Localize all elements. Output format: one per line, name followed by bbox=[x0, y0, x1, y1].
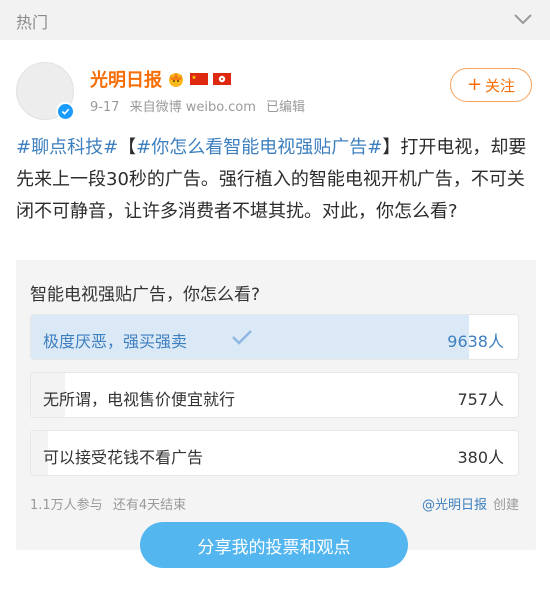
follow-button[interactable]: + 关注 bbox=[450, 68, 532, 102]
vote-option-2-count: 757人 bbox=[457, 390, 504, 409]
share-vote-button[interactable]: 分享我的投票和观点 bbox=[140, 522, 408, 568]
hashtag-topic[interactable]: #你怎么看智能电视强贴广告# bbox=[136, 137, 382, 158]
vote-option-3-count: 380人 bbox=[457, 448, 504, 467]
vote-option-1[interactable]: 极度厌恶，强买强卖 9638人 bbox=[30, 314, 519, 360]
hashtag-tech[interactable]: #聊点科技# bbox=[16, 137, 118, 158]
vote-option-2[interactable]: 无所谓，电视售价便宜就行 757人 bbox=[30, 372, 519, 418]
vote-option-2-label: 无所谓，电视售价便宜就行 bbox=[43, 390, 236, 409]
vote-remaining: 还有4天结束 bbox=[112, 498, 187, 513]
vote-creator[interactable]: @光明日报 bbox=[422, 498, 487, 513]
top-bar: 热门 bbox=[0, 0, 550, 40]
post-date: 9-17 bbox=[90, 100, 120, 115]
section-title: 热门 bbox=[16, 13, 49, 32]
author-name[interactable]: 光明日报 bbox=[90, 66, 162, 92]
follow-label: 关注 bbox=[485, 76, 516, 95]
vote-option-1-label: 极度厌恶，强买强卖 bbox=[43, 332, 188, 351]
crown-badge-icon bbox=[169, 73, 183, 87]
vote-created-label: 创建 bbox=[492, 498, 519, 513]
vote-creator-info: @光明日报 创建 bbox=[422, 494, 519, 513]
china-flag-icon bbox=[190, 73, 208, 85]
post-source[interactable]: 来自微博 weibo.com bbox=[130, 100, 256, 115]
check-icon bbox=[232, 330, 252, 345]
vote-participants: 1.1万人参与 bbox=[30, 498, 103, 513]
vote-card: 智能电视强贴广告，你怎么看? 极度厌恶，强买强卖 9638人 无所谓，电视售价便… bbox=[16, 260, 536, 550]
bracket-open: 【 bbox=[118, 137, 137, 158]
chevron-down-icon[interactable] bbox=[512, 8, 534, 30]
share-vote-label: 分享我的投票和观点 bbox=[197, 537, 351, 558]
vote-option-3[interactable]: 可以接受花钱不看广告 380人 bbox=[30, 430, 519, 476]
hong-kong-flag-icon bbox=[213, 73, 231, 85]
author-row: 光明日报 bbox=[90, 67, 231, 91]
plus-icon: + bbox=[466, 74, 483, 95]
verified-icon bbox=[56, 102, 74, 120]
vote-option-1-count: 9638人 bbox=[447, 332, 504, 351]
weibo-post: 光明日报 9-17 来自微博 weibo.com 已编辑 + 关注 #聊点科技#… bbox=[0, 40, 550, 599]
vote-footer: 1.1万人参与 还有4天结束 @光明日报 创建 bbox=[30, 494, 519, 513]
vote-question: 智能电视强贴广告，你怎么看? bbox=[30, 285, 261, 305]
post-meta: 9-17 来自微博 weibo.com 已编辑 bbox=[90, 96, 311, 115]
vote-option-3-label: 可以接受花钱不看广告 bbox=[43, 448, 204, 467]
post-text: #聊点科技#【#你怎么看智能电视强贴广告#】打开电视，却要先来上一段30秒的广告… bbox=[16, 132, 536, 228]
edited-label: 已编辑 bbox=[266, 100, 306, 115]
